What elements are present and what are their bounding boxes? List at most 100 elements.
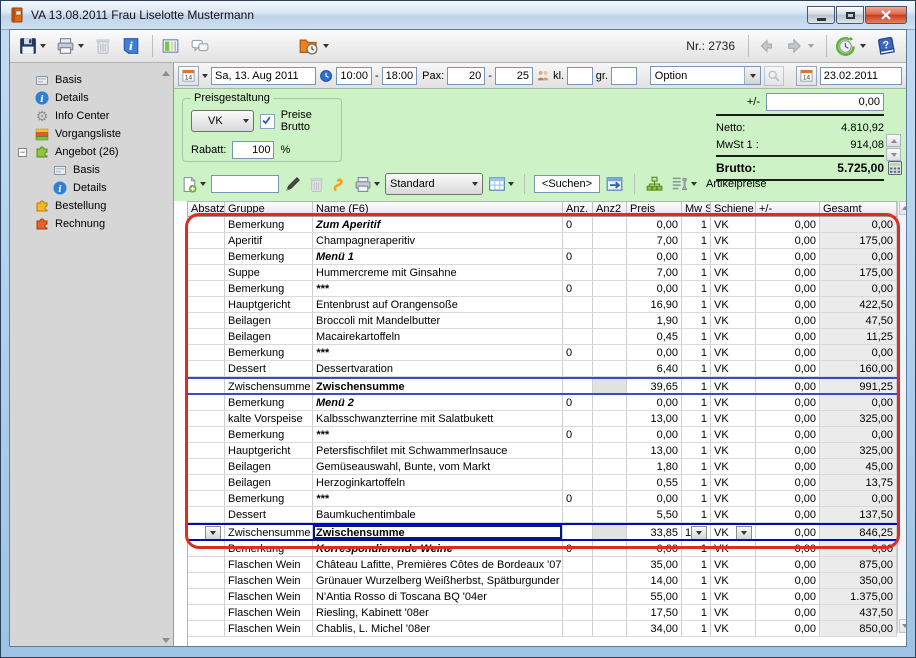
- cell-col[interactable]: 0,00: [756, 475, 820, 490]
- print-grid-caret[interactable]: [374, 182, 380, 186]
- price-scheme-select[interactable]: VK: [191, 110, 254, 132]
- cell-preis[interactable]: 55,00: [627, 589, 682, 604]
- cell-absatz[interactable]: [188, 395, 225, 410]
- cell-name-f6[interactable]: Dessertvaration: [313, 361, 563, 376]
- cell-schiene[interactable]: VK: [711, 525, 756, 539]
- cell-anz2[interactable]: [593, 361, 627, 376]
- cell-gesamt[interactable]: 0,00: [820, 491, 897, 506]
- cell-name-f6[interactable]: Gemüseauswahl, Bunte, vom Markt: [313, 459, 563, 474]
- cell-anz[interactable]: [563, 411, 593, 426]
- cell-gesamt[interactable]: 1.375,00: [820, 589, 897, 604]
- cell-schiene[interactable]: VK: [711, 605, 756, 620]
- cell-anz2[interactable]: [593, 475, 627, 490]
- cell-anz[interactable]: [563, 459, 593, 474]
- cell-anz2[interactable]: [593, 379, 627, 393]
- cell-col[interactable]: 0,00: [756, 541, 820, 556]
- cell-absatz[interactable]: [188, 379, 225, 393]
- cell-gruppe[interactable]: Beilagen: [225, 313, 313, 328]
- cell-absatz[interactable]: [188, 507, 225, 522]
- cell-anz2[interactable]: [593, 443, 627, 458]
- cell-anz[interactable]: [563, 525, 593, 539]
- cell-col[interactable]: 0,00: [756, 427, 820, 442]
- cell-schiene[interactable]: VK: [711, 475, 756, 490]
- cell-gruppe[interactable]: Flaschen Wein: [225, 557, 313, 572]
- cell-mw-st[interactable]: 1: [682, 233, 711, 248]
- cell-name-f6[interactable]: Herzoginkartoffeln: [313, 475, 563, 490]
- cell-gesamt[interactable]: 13,75: [820, 475, 897, 490]
- cell-anz2[interactable]: [593, 507, 627, 522]
- table-row[interactable]: BeilagenMacairekartoffeln0,451VK0,0011,2…: [188, 329, 897, 345]
- cell-schiene[interactable]: VK: [711, 459, 756, 474]
- cell-schiene[interactable]: VK: [711, 557, 756, 572]
- cell-dropdown-button[interactable]: [736, 526, 752, 540]
- table-row[interactable]: kalte VorspeiseKalbsschwanzterrine mit S…: [188, 411, 897, 427]
- columns-caret[interactable]: [508, 182, 514, 186]
- cell-preis[interactable]: 33,85: [627, 525, 682, 539]
- table-row[interactable]: DessertBaumkuchentimbale5,501VK0,00137,5…: [188, 507, 897, 523]
- cell-gruppe[interactable]: Bemerkung: [225, 395, 313, 410]
- cell-col[interactable]: 0,00: [756, 443, 820, 458]
- table-row[interactable]: Flaschen WeinChâteau Lafitte, Premières …: [188, 557, 897, 573]
- cell-gesamt[interactable]: 325,00: [820, 443, 897, 458]
- cell-mw-st[interactable]: 1: [682, 541, 711, 556]
- cell-gesamt[interactable]: 175,00: [820, 233, 897, 248]
- cell-schiene[interactable]: VK: [711, 395, 756, 410]
- cell-absatz[interactable]: [188, 557, 225, 572]
- cell-name-f6[interactable]: Broccoli mit Mandelbutter: [313, 313, 563, 328]
- cell-anz[interactable]: [563, 361, 593, 376]
- cell-gruppe[interactable]: Suppe: [225, 265, 313, 280]
- cell-gruppe[interactable]: Bemerkung: [225, 217, 313, 232]
- cell-gesamt[interactable]: 437,50: [820, 605, 897, 620]
- cell-schiene[interactable]: VK: [711, 541, 756, 556]
- cell-absatz[interactable]: [188, 475, 225, 490]
- cell-anz[interactable]: 0: [563, 395, 593, 410]
- cell-gesamt[interactable]: 0,00: [820, 217, 897, 232]
- close-button[interactable]: [865, 6, 907, 24]
- cell-absatz[interactable]: [188, 525, 225, 539]
- cell-anz[interactable]: [563, 297, 593, 312]
- cell-absatz[interactable]: [188, 573, 225, 588]
- cell-mw-st[interactable]: 1: [682, 589, 711, 604]
- event-date-input[interactable]: Sa, 13. Aug 2011: [211, 67, 316, 85]
- cell-anz[interactable]: [563, 507, 593, 522]
- table-row[interactable]: HauptgerichtEntenbrust auf Orangensoße16…: [188, 297, 897, 313]
- cell-anz[interactable]: [563, 329, 593, 344]
- history-folder-button[interactable]: [295, 34, 332, 58]
- cell-gesamt[interactable]: 11,25: [820, 329, 897, 344]
- cell-gesamt[interactable]: 0,00: [820, 249, 897, 264]
- cell-anz[interactable]: 0: [563, 427, 593, 442]
- cell-col[interactable]: 0,00: [756, 233, 820, 248]
- table-row[interactable]: Bemerkung***00,001VK0,000,00: [188, 427, 897, 443]
- cell-absatz[interactable]: [188, 589, 225, 604]
- cell-mw-st[interactable]: 1: [682, 297, 711, 312]
- cell-schiene[interactable]: VK: [711, 281, 756, 296]
- cell-mw-st[interactable]: 1: [682, 443, 711, 458]
- cell-mw-st[interactable]: 1: [682, 557, 711, 572]
- cell-col[interactable]: 0,00: [756, 313, 820, 328]
- cell-anz2[interactable]: [593, 427, 627, 442]
- cell-name-f6[interactable]: Zum Aperitif: [313, 217, 563, 232]
- table-row[interactable]: HauptgerichtPetersfischfilet mit Schwamm…: [188, 443, 897, 459]
- print-grid-button[interactable]: [353, 175, 381, 194]
- cell-anz2[interactable]: [593, 525, 627, 539]
- new-item-caret[interactable]: [200, 182, 206, 186]
- option-select[interactable]: Option: [650, 66, 762, 85]
- table-row[interactable]: Bemerkung***00,001VK0,000,00: [188, 491, 897, 507]
- table-row[interactable]: Flaschen WeinGrünauer Wurzelberg Weißher…: [188, 573, 897, 589]
- cell-col[interactable]: 0,00: [756, 411, 820, 426]
- cell-name-f6[interactable]: Zwischensumme: [313, 525, 563, 539]
- cell-anz2[interactable]: [593, 621, 627, 636]
- cell-gesamt[interactable]: 846,25: [820, 525, 897, 539]
- cell-gesamt[interactable]: 137,50: [820, 507, 897, 522]
- cell-gesamt[interactable]: 991,25: [820, 379, 897, 393]
- scroll-down-button[interactable]: [899, 619, 907, 633]
- article-list-caret[interactable]: [691, 182, 697, 186]
- sidebar-item-angebot[interactable]: − Angebot (26): [10, 143, 173, 161]
- cell-absatz[interactable]: [188, 217, 225, 232]
- cell-preis[interactable]: 7,00: [627, 233, 682, 248]
- print-button[interactable]: [53, 35, 87, 57]
- column-header-preis[interactable]: Preis: [627, 202, 682, 216]
- sidebar-item-details[interactable]: i Details: [10, 89, 173, 107]
- cell-name-f6[interactable]: ***: [313, 491, 563, 506]
- cell-anz[interactable]: [563, 313, 593, 328]
